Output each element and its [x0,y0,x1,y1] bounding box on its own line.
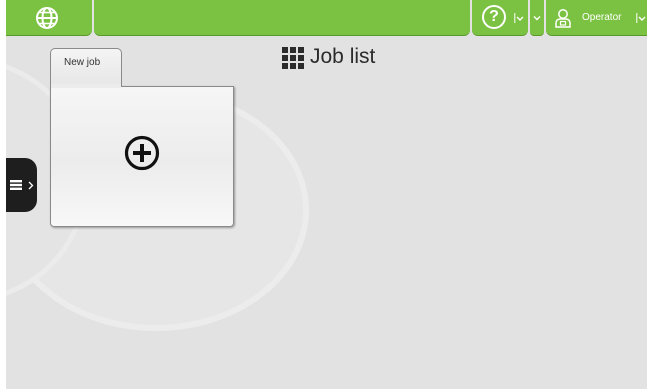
chevron-down-icon[interactable] [636,13,646,23]
side-panel-handle[interactable] [6,158,37,212]
language-button[interactable] [6,0,92,36]
chevron-down-icon[interactable] [532,13,542,23]
top-bar: ? Operator [6,0,647,36]
help-button[interactable]: ? [472,0,528,36]
user-menu-button[interactable]: Operator [546,0,647,36]
screen: ? Operator Job list New job [6,0,647,389]
page-title-text: Job list [310,45,376,68]
operator-icon [555,9,571,28]
chevron-down-icon[interactable] [514,13,524,23]
chevron-right-icon [28,181,34,190]
globe-icon [36,7,58,29]
list-icon [10,180,22,190]
grid-icon [282,47,304,69]
new-job-label: New job [64,57,101,68]
card-top-edge [121,86,234,87]
plus-circle-icon[interactable] [124,135,160,171]
new-job-card[interactable] [50,86,234,227]
card-tab-join [51,84,121,88]
top-bar-center [94,0,470,36]
new-job-tab[interactable]: New job [50,48,122,88]
top-bar-separator [530,0,544,36]
user-label: Operator [582,12,622,23]
help-icon: ? [482,5,506,29]
